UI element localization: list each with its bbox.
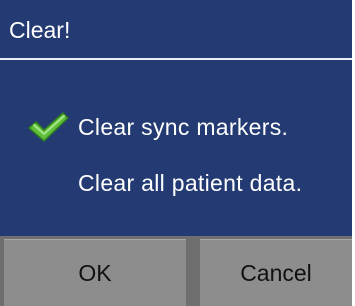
cancel-button[interactable]: Cancel [200, 239, 352, 306]
ok-button[interactable]: OK [4, 239, 186, 306]
clear-dialog: Clear! Clear sync markers. Clear all pat… [0, 0, 352, 306]
check-icon [28, 112, 69, 142]
option-clear-all-patient-data[interactable]: Clear all patient data. [78, 170, 302, 196]
dialog-title: Clear! [9, 17, 71, 43]
option-clear-sync-markers[interactable]: Clear sync markers. [78, 114, 288, 140]
title-divider [0, 58, 352, 60]
dialog-titlebar: Clear! [0, 0, 352, 58]
